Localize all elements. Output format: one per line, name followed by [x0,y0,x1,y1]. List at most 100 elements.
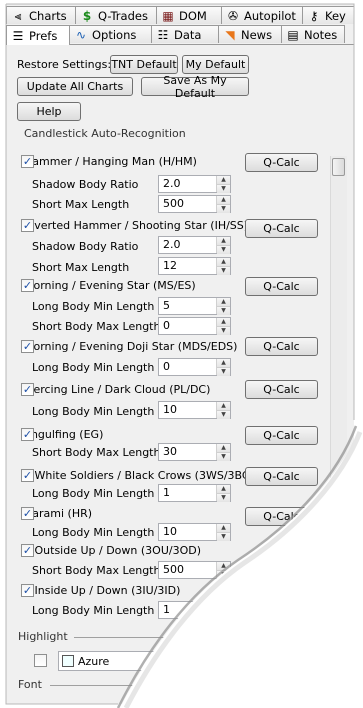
my-default-button[interactable]: My Default [182,55,249,74]
spin-up-icon[interactable]: ▲ [217,444,230,453]
spin-down-icon[interactable]: ▼ [217,205,230,213]
tab-options[interactable]: ∿ Options [69,25,152,43]
pattern-morning-star[interactable]: ✓ Morning / Evening Star (MS/ES) [21,279,196,292]
spin-up-icon[interactable]: ▲ [217,318,230,327]
checkbox[interactable]: ✓ [21,340,34,353]
update-all-charts-button[interactable]: Update All Charts [17,77,133,96]
spinner-value[interactable]: 0 [159,359,216,375]
checkbox[interactable]: ✓ [21,469,34,482]
param-spinner[interactable]: 10 ▲ ▼ [158,523,231,541]
spinner-value[interactable]: 2.0 [159,176,216,192]
spin-down-icon[interactable]: ▼ [217,411,230,419]
spin-up-icon[interactable]: ▲ [217,402,230,411]
spin-up-icon[interactable]: ▲ [217,562,230,571]
spin-down-icon[interactable]: ▼ [217,185,230,193]
spin-up-icon[interactable]: ▲ [217,298,230,307]
highlight-color-select[interactable]: Azure [58,651,168,671]
spinner-value[interactable]: 5 [159,298,216,314]
tab-key[interactable]: ⚷ Key [302,6,354,24]
spin-up-icon[interactable]: ▲ [217,258,230,267]
param-spinner[interactable]: 0 ▲ ▼ [158,358,231,376]
param-spinner[interactable]: 30 ▲ ▼ [158,443,231,461]
highlight-checkbox[interactable] [34,654,47,667]
tab-autopilot[interactable]: ✇ Autopilot [221,6,303,24]
tab-news[interactable]: ◥ News [218,25,282,43]
spin-up-icon[interactable]: ▲ [217,237,230,246]
scrollbar-thumb[interactable] [332,158,345,176]
pattern-three-outside[interactable]: ✓ 3 Outside Up / Down (3OU/3OD) [21,544,201,557]
checkbox[interactable]: ✓ [21,155,34,168]
param-spinner[interactable]: 2.0 ▲ ▼ [158,175,231,193]
param-spinner[interactable]: 10 ▲ ▼ [158,401,231,419]
spin-down-icon[interactable]: ▼ [217,307,230,315]
pattern-harami[interactable]: ✓ Harami (HR) [21,507,92,520]
checkbox[interactable]: ✓ [21,584,34,597]
checkbox[interactable]: ✓ [21,383,34,396]
spin-down-icon[interactable]: ▼ [217,571,230,579]
spinner-value[interactable]: 0 [159,318,216,334]
spin-down-icon[interactable]: ▼ [217,533,230,541]
spin-up-icon[interactable]: ▲ [217,602,230,611]
checkbox[interactable]: ✓ [21,507,34,520]
spinner-value[interactable]: 500 [159,196,216,212]
spinner-value[interactable]: 1 [159,485,216,501]
param-spinner[interactable]: 12 ▲ ▼ [158,257,231,275]
param-spinner[interactable]: 0 ▲ ▼ [158,317,231,335]
pattern-three-white-soldiers[interactable]: ✓ 3 White Soldiers / Black Crows (3WS/3B… [21,469,254,482]
q-calc-button[interactable]: Q-Calc [245,337,318,356]
help-button[interactable]: Help [17,102,81,121]
checkbox[interactable]: ✓ [21,279,34,292]
pattern-hammer[interactable]: ✓ Hammer / Hanging Man (H/HM) [21,155,197,168]
tab-prefs[interactable]: ☰ Prefs [6,25,70,45]
pattern-morning-doji-star[interactable]: ✓ Morning / Evening Doji Star (MDS/EDS) [21,340,237,353]
spinner-value[interactable]: 10 [159,524,216,540]
tab-data[interactable]: ☷ Data [151,25,219,43]
checkbox[interactable]: ✓ [21,428,34,441]
spin-up-icon[interactable]: ▲ [217,524,230,533]
save-as-my-default-button[interactable]: Save As My Default [141,74,249,100]
param-spinner[interactable]: 500 ▲ ▼ [158,195,231,213]
param-spinner[interactable]: 2.0 ▲ ▼ [158,236,231,254]
param-spinner[interactable]: 500 ▲ ▼ [158,561,231,579]
pattern-three-inside[interactable]: ✓ 3 Inside Up / Down (3IU/3ID) [21,584,180,597]
q-calc-button[interactable]: Q-Calc [245,219,318,238]
tab-charts[interactable]: ⫷ Charts [6,6,76,24]
q-calc-button[interactable]: Q-Calc [245,153,318,172]
tnt-default-button[interactable]: TNT Default [110,55,178,74]
checkbox[interactable]: ✓ [21,219,34,232]
spin-down-icon[interactable]: ▼ [217,494,230,502]
spin-down-icon[interactable]: ▼ [217,611,230,619]
spinner-value[interactable]: 30 [159,444,216,460]
spinner-value[interactable]: 2.0 [159,237,216,253]
tab-notes[interactable]: ▤ Notes [281,25,345,43]
spin-down-icon[interactable]: ▼ [217,368,230,376]
spin-up-icon[interactable]: ▲ [217,359,230,368]
spin-down-icon[interactable]: ▼ [217,267,230,275]
q-calc-button[interactable]: Q-Calc [245,507,318,526]
spinner-value[interactable]: 12 [159,258,216,274]
spin-up-icon[interactable]: ▲ [217,196,230,205]
spinner-value[interactable]: 10 [159,402,216,418]
spin-down-icon[interactable]: ▼ [217,453,230,461]
q-calc-button[interactable]: Q-Calc [245,426,318,445]
spin-up-icon[interactable]: ▲ [217,176,230,185]
q-calc-button[interactable]: Q-Calc [245,380,318,399]
tab-dom[interactable]: ▦ DOM [156,6,222,24]
param-label: Long Body Min Length [32,487,155,500]
param-spinner[interactable]: 5 ▲ ▼ [158,297,231,315]
pattern-piercing-line[interactable]: ✓ Piercing Line / Dark Cloud (PL/DC) [21,383,210,396]
pattern-inverted-hammer[interactable]: ✓ Inverted Hammer / Shooting Star (IH/SS… [21,219,248,232]
q-calc-button[interactable]: Q-Calc [245,277,318,296]
param-spinner[interactable]: 1 ▲ ▼ [158,601,231,619]
spin-down-icon[interactable]: ▼ [217,246,230,254]
checkbox[interactable]: ✓ [21,544,34,557]
spin-up-icon[interactable]: ▲ [217,485,230,494]
pattern-engulfing[interactable]: ✓ Engulfing (EG) [21,428,103,441]
spinner-value[interactable]: 500 [159,562,216,578]
q-calc-button[interactable]: Q-Calc [245,467,318,486]
tab-q-trades[interactable]: $ Q-Trades [75,6,157,24]
vertical-scrollbar[interactable] [330,156,347,696]
spin-down-icon[interactable]: ▼ [217,327,230,335]
spinner-value[interactable]: 1 [159,602,216,618]
param-spinner[interactable]: 1 ▲ ▼ [158,484,231,502]
